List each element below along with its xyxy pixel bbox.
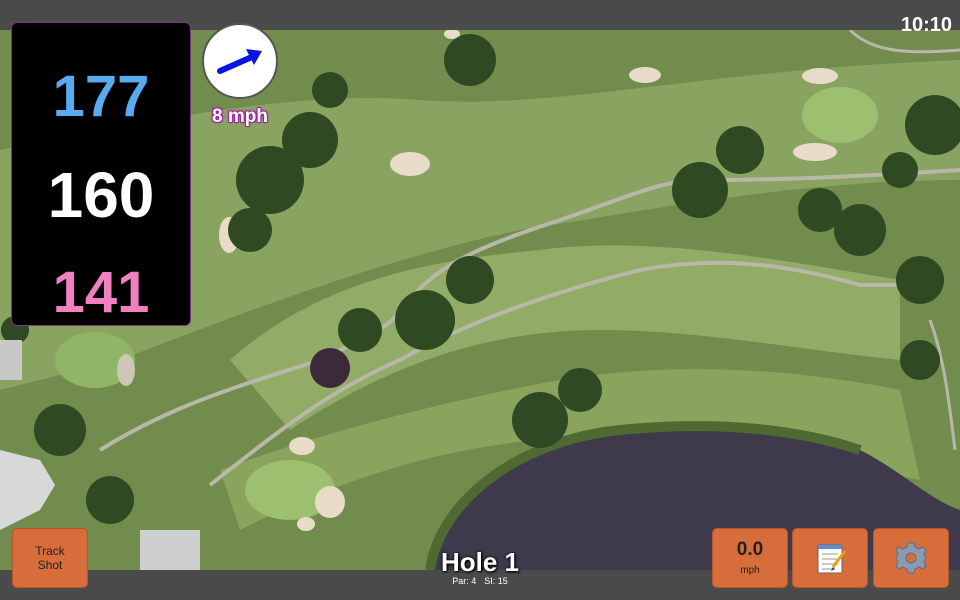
speed-button[interactable]: 0.0 mph [712,528,788,588]
wind-indicator [202,23,278,99]
center-distance: 160 [47,159,155,231]
speed-unit: mph [740,565,760,576]
wind-speed: 8 mph [212,106,268,127]
hole-par: Par: 4 [452,576,477,586]
settings-button[interactable] [873,528,949,588]
notepad-icon [817,544,847,574]
distance-panel: 177 160 141 [11,22,191,326]
wind-arrow-icon [217,49,262,74]
track-shot-label-line2: Shot [37,558,63,572]
back-distance: 177 [52,64,150,129]
speed-value: 0.0 [736,539,764,560]
hole-title: Hole 1 [440,547,520,577]
clock: 10:10 [900,14,952,36]
gear-icon [895,542,927,574]
front-distance: 141 [52,260,150,325]
notes-button[interactable] [792,528,868,588]
hole-info: Hole 1 Par: 4 SI: 15 [400,548,560,587]
track-shot-button[interactable]: Track Shot [12,528,88,588]
hole-stroke-index: SI: 15 [484,576,508,586]
hole-details: Par: 4 SI: 15 [400,576,560,587]
track-shot-label-line1: Track [35,544,65,558]
